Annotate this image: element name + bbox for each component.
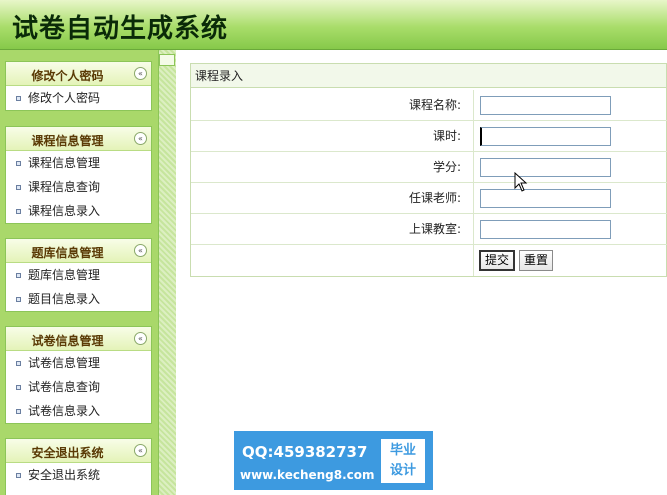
menu-group-header[interactable]: 安全退出系统 « [6,439,151,463]
menu-item-course-query[interactable]: 课程信息查询 [6,175,151,199]
menu-group-title: 试卷信息管理 [31,334,104,348]
menu-group-title: 课程信息管理 [31,134,104,148]
form-row-teacher: 任课老师: [191,183,667,214]
mouse-cursor-icon [514,172,528,192]
menu-group-logout: 安全退出系统 « 安全退出系统 [5,438,152,495]
watermark-site: www.kecheng8.com [240,468,375,482]
bullet-icon [16,273,21,278]
bullet-icon [16,161,21,166]
watermark-badge: 毕业 设计 [381,439,425,483]
collapse-icon[interactable]: « [134,332,147,345]
menu-item-question-entry[interactable]: 题目信息录入 [6,287,151,311]
menu-group-course: 课程信息管理 « 课程信息管理 课程信息查询 课程信息录入 [5,126,152,224]
collapse-icon[interactable]: « [134,67,147,80]
bullet-icon [16,185,21,190]
form-row-actions: 提交 重置 [191,245,667,276]
field-label: 上课教室: [191,214,474,245]
menu-group-header[interactable]: 题库信息管理 « [6,239,151,263]
bullet-icon [16,96,21,101]
menu-group-header[interactable]: 修改个人密码 « [6,62,151,86]
form-row-credits: 学分: [191,152,667,183]
course-entry-panel: 课程录入 课程名称: 课时: 学分: 任课老师: 上课教室: 提交 重置 [190,63,667,277]
classroom-input[interactable] [480,220,611,239]
submit-button[interactable]: 提交 [479,250,516,271]
hours-input[interactable] [480,127,611,146]
form-row-course-name: 课程名称: [191,90,667,121]
bullet-icon [16,361,21,366]
menu-group-paper: 试卷信息管理 « 试卷信息管理 试卷信息查询 试卷信息录入 [5,326,152,424]
bullet-icon [16,409,21,414]
menu-group-header[interactable]: 课程信息管理 « [6,127,151,151]
menu-item-paper-query[interactable]: 试卷信息查询 [6,375,151,399]
app-title: 试卷自动生成系统 [12,14,229,44]
menu-item-change-password[interactable]: 修改个人密码 [6,86,151,110]
form-row-classroom: 上课教室: [191,214,667,245]
collapse-icon[interactable]: « [134,444,147,457]
field-label: 任课老师: [191,183,474,214]
actions-label-cell [191,245,474,276]
menu-item-bank-manage[interactable]: 题库信息管理 [6,263,151,287]
bullet-icon [16,209,21,214]
reset-button[interactable]: 重置 [519,250,554,271]
bullet-icon [16,297,21,302]
credits-input[interactable] [480,158,611,177]
form-row-hours: 课时: [191,121,667,152]
menu-item-course-manage[interactable]: 课程信息管理 [6,151,151,175]
teacher-input[interactable] [480,189,611,208]
field-label: 学分: [191,152,474,183]
collapse-icon[interactable]: « [134,132,147,145]
bullet-icon [16,473,21,478]
menu-group-question-bank: 题库信息管理 « 题库信息管理 题目信息录入 [5,238,152,312]
menu-group-title: 修改个人密码 [31,69,104,83]
watermark-banner: QQ:459382737 www.kecheng8.com 毕业 设计 [234,431,433,490]
field-label: 课程名称: [191,90,474,121]
menu-item-paper-manage[interactable]: 试卷信息管理 [6,351,151,375]
menu-item-course-entry[interactable]: 课程信息录入 [6,199,151,223]
menu-item-logout[interactable]: 安全退出系统 [6,463,151,487]
app-header: 试卷自动生成系统 [0,0,667,50]
watermark-qq: QQ:459382737 [242,443,368,461]
field-label: 课时: [191,121,474,152]
course-name-input[interactable] [480,96,611,115]
collapse-handle[interactable] [159,54,175,66]
menu-group-title: 安全退出系统 [31,446,104,460]
panel-title: 课程录入 [191,64,666,88]
menu-group-password: 修改个人密码 « 修改个人密码 [5,61,152,111]
menu-item-paper-entry[interactable]: 试卷信息录入 [6,399,151,423]
menu-group-header[interactable]: 试卷信息管理 « [6,327,151,351]
sidebar-splitter[interactable] [158,50,176,495]
menu-group-title: 题库信息管理 [31,246,104,260]
collapse-icon[interactable]: « [134,244,147,257]
bullet-icon [16,385,21,390]
